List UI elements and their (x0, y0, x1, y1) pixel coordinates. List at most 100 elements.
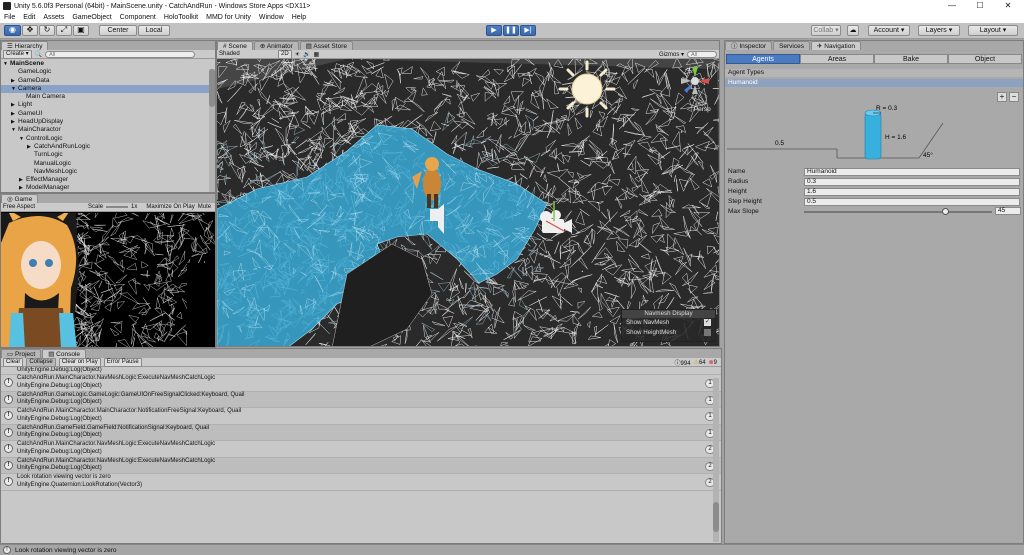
menu-window[interactable]: Window (255, 14, 288, 21)
expand-arrow-icon[interactable]: ▶ (11, 101, 18, 109)
clear-button[interactable]: Clear (3, 357, 24, 367)
close-button[interactable]: ✕ (994, 0, 1022, 12)
expand-arrow-icon[interactable]: ▼ (3, 60, 10, 68)
menu-file[interactable]: File (0, 14, 19, 21)
show-navmesh-checkbox[interactable]: ✓ (704, 319, 711, 326)
tab-animator[interactable]: ⊕ Animator (253, 41, 299, 50)
directional-light-icon[interactable] (558, 60, 616, 118)
move-tool-button[interactable]: ✥ (22, 25, 38, 36)
hierarchy-item[interactable]: ▶ ModelManager (1, 184, 215, 192)
clear-on-play-toggle[interactable]: Clear on Play (58, 357, 101, 367)
expand-arrow-icon[interactable]: ▼ (11, 126, 18, 134)
max-slope-field[interactable]: 45 (995, 207, 1021, 215)
layers-button[interactable]: Layers ▾ (918, 25, 960, 36)
console-scrollbar[interactable] (713, 378, 719, 542)
collab-button[interactable]: Collab ▾ (811, 25, 841, 36)
hierarchy-item[interactable]: ▼ Camera (1, 84, 215, 94)
game-render[interactable] (1, 213, 216, 348)
cloud-button[interactable]: ☁ (847, 25, 859, 36)
menu-holotoolkit[interactable]: HoloToolkit (160, 14, 202, 21)
hierarchy-scrollbar[interactable] (209, 69, 215, 192)
tab-scene[interactable]: # Scene (217, 41, 253, 50)
persp-label[interactable]: ◁ Persp (687, 106, 711, 113)
hierarchy-item[interactable]: ▶ GameData (1, 77, 215, 85)
expand-arrow-icon[interactable]: ▶ (11, 118, 18, 126)
hierarchy-search-input[interactable]: All (45, 50, 196, 58)
gizmos-dropdown[interactable]: Gizmos ▾ (659, 51, 684, 58)
minimize-button[interactable]: — (938, 0, 966, 12)
warning-count-toggle[interactable]: ⚠64 (694, 359, 706, 366)
hierarchy-item[interactable]: ▶ EffectManager (1, 176, 215, 184)
scale-tool-button[interactable]: ⤢ (56, 25, 72, 36)
mute-toggle[interactable]: Mute (198, 204, 211, 210)
aspect-dropdown[interactable]: Free Aspect (3, 204, 35, 210)
tab-project[interactable]: ▭ Project (1, 349, 42, 358)
effects-toggle-icon[interactable]: ▦ (314, 51, 320, 58)
remove-agent-button[interactable]: − (1009, 92, 1019, 102)
expand-arrow-icon[interactable]: ▶ (11, 77, 18, 85)
scene-render[interactable]: ◁ Persp (217, 59, 720, 347)
hierarchy-item[interactable]: ▶ Light (1, 101, 215, 109)
menu-help[interactable]: Help (288, 14, 310, 21)
pause-button[interactable]: ❚❚ (503, 25, 519, 36)
account-button[interactable]: Account ▾ (868, 25, 910, 36)
hierarchy-item[interactable]: ▶ CatchAndRunLogic (1, 143, 215, 151)
subtab-agents[interactable]: Agents (726, 54, 800, 64)
scene-viewport[interactable]: ◁ Persp Navmesh Display Show NavMesh ✓ S… (217, 59, 720, 347)
name-field[interactable]: Humanoid (804, 168, 1020, 176)
pivot-center-button[interactable]: Center (99, 25, 137, 36)
expand-arrow-icon[interactable]: ▶ (11, 110, 18, 118)
menu-mmd-for-unity[interactable]: MMD for Unity (202, 14, 255, 21)
console-partial-row[interactable]: UnityEngine.Debug:Log(Object) (1, 367, 721, 375)
console-log-row[interactable]: ! CatchAndRun.MainCharactor.NavMeshLogic:… (1, 441, 721, 458)
menu-gameobject[interactable]: GameObject (68, 14, 115, 21)
layout-button[interactable]: Layout ▾ (968, 25, 1018, 36)
hierarchy-item[interactable]: GameLogic (1, 68, 215, 76)
height-field[interactable]: 1.6 (804, 188, 1020, 196)
hierarchy-item[interactable]: ▼ MainScene (1, 60, 215, 68)
expand-arrow-icon[interactable]: ▼ (11, 85, 18, 93)
expand-arrow-icon[interactable]: ▶ (19, 184, 26, 192)
show-heightmesh-checkbox[interactable] (704, 329, 711, 336)
hierarchy-item[interactable]: ▼ MainCharactor (1, 126, 215, 134)
info-count-toggle[interactable]: ⓘ994 (675, 358, 691, 367)
maximize-button[interactable]: ☐ (966, 0, 994, 12)
lighting-toggle-icon[interactable]: ☀ (295, 51, 300, 58)
tab-console[interactable]: ▤ Console (42, 349, 86, 358)
agent-type-humanoid[interactable]: Humanoid (725, 79, 1023, 87)
expand-arrow-icon[interactable]: ▶ (27, 143, 34, 151)
hierarchy-item[interactable]: Main Camera (1, 93, 215, 101)
scene-search-input[interactable]: All (687, 50, 717, 58)
hierarchy-scroll-thumb[interactable] (209, 69, 215, 107)
rotate-tool-button[interactable]: ↻ (39, 25, 55, 36)
console-log-row[interactable]: ! Look rotation viewing vector is zero Uni… (1, 474, 721, 491)
console-log-row[interactable]: ! CatchAndRun.MainCharactor.MainCharactor… (1, 408, 721, 425)
tab-game[interactable]: ◎ Game (1, 194, 39, 203)
scale-slider[interactable] (106, 206, 129, 208)
tab-hierarchy[interactable]: ☰ Hierarchy (1, 41, 49, 50)
menu-edit[interactable]: Edit (19, 14, 39, 21)
max-slope-slider[interactable] (804, 208, 992, 215)
hierarchy-item[interactable]: ▶ GameUI (1, 110, 215, 118)
subtab-bake[interactable]: Bake (874, 54, 948, 64)
hierarchy-item[interactable]: NavMeshLogic (1, 168, 215, 176)
step-height-field[interactable]: 0.5 (804, 198, 1020, 206)
menu-component[interactable]: Component (116, 14, 160, 21)
hierarchy-item[interactable]: ▼ ControlLogic (1, 135, 215, 143)
step-button[interactable]: ▶| (520, 25, 536, 36)
hierarchy-item[interactable]: TurnLogic (1, 151, 215, 159)
console-log-row[interactable]: ! CatchAndRun.GameField.GameField:Notific… (1, 424, 721, 441)
shading-mode-dropdown[interactable]: Shaded (219, 51, 275, 57)
error-count-toggle[interactable]: ⊗9 (709, 359, 717, 366)
tab-navigation[interactable]: ✈ Navigation (811, 41, 861, 50)
max-slope-slider-thumb[interactable] (941, 208, 949, 215)
menu-assets[interactable]: Assets (39, 14, 68, 21)
collapse-toggle[interactable]: Collapse (26, 357, 56, 367)
tab-asset-store[interactable]: ▤ Asset Store (299, 41, 353, 50)
console-scroll-thumb[interactable] (713, 502, 719, 532)
rect-tool-button[interactable]: ▣ (73, 25, 89, 36)
tab-services[interactable]: Services (773, 41, 810, 50)
maximize-on-play-toggle[interactable]: Maximize On Play (146, 204, 194, 210)
audio-toggle-icon[interactable]: 🔊 (303, 51, 310, 58)
view-tool-button[interactable]: ◉ (4, 25, 21, 36)
